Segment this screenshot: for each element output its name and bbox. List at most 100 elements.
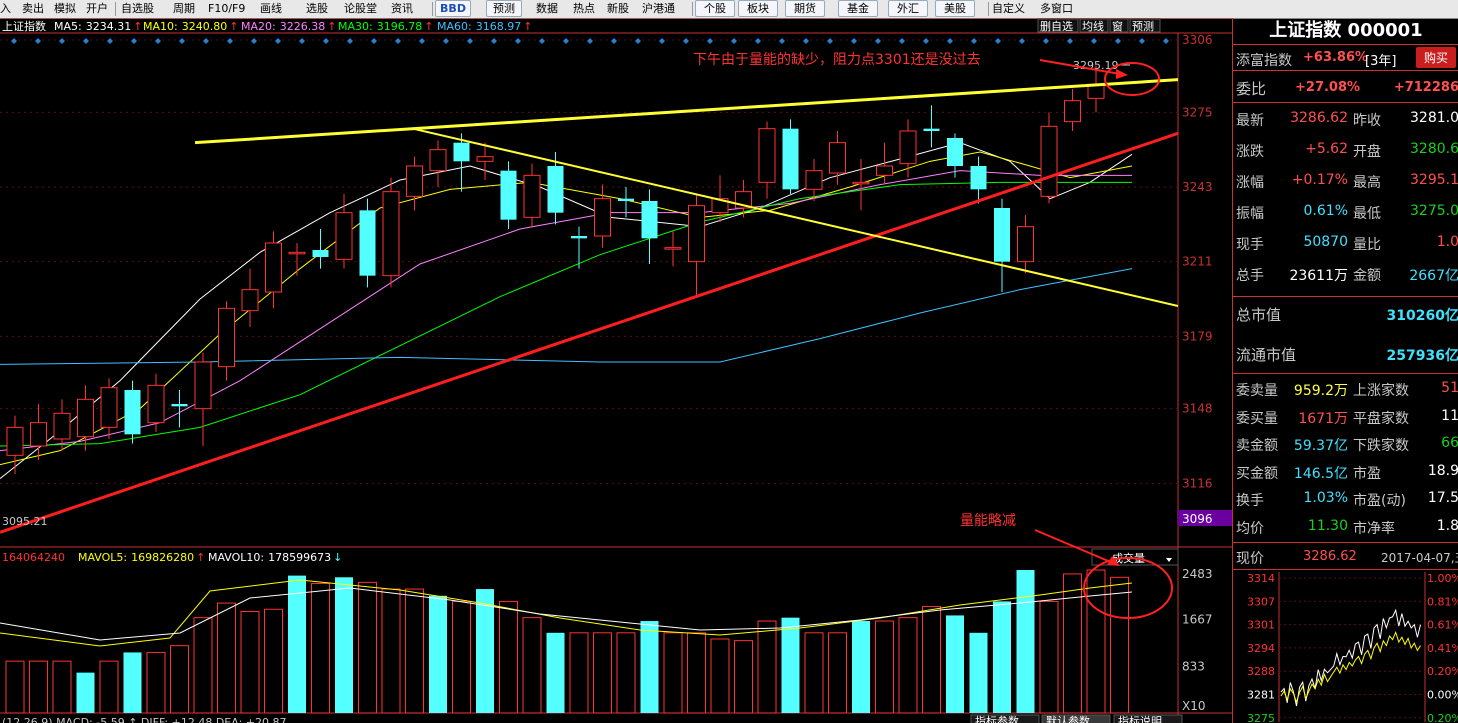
volume-value: 164064240 (2, 551, 65, 564)
volume-bar (1039, 600, 1059, 714)
volume-bar (569, 632, 589, 714)
volume-bar (946, 615, 964, 713)
toolbar-item-17[interactable]: 个股 (695, 0, 735, 17)
volume-bar (852, 621, 870, 713)
candle-body (53, 412, 71, 440)
candle-body (970, 166, 987, 190)
toolbar-item-11[interactable]: BBD (435, 0, 471, 17)
candle-body (30, 422, 47, 447)
ma60-legend: MA60: 3168.97 ↑ (437, 20, 532, 33)
mini-price-tick: 3314 (1247, 572, 1275, 585)
ma30-legend: MA30: 3196.78 ↑ (338, 20, 433, 33)
volume-bar (1016, 570, 1035, 713)
volume-bar (452, 600, 471, 714)
toolbar-item-20[interactable]: 基金 (838, 0, 878, 17)
candle-body (194, 361, 212, 410)
candle-body (77, 398, 94, 438)
tianfu-label: 添富指数 (1236, 53, 1292, 69)
period-marker-icon (995, 38, 1001, 44)
highlight-circle-top (1104, 62, 1160, 96)
ma5-line (0, 142, 1133, 480)
y-tick-label: 3306 (1182, 33, 1213, 47)
volume-bar (29, 660, 48, 714)
candle-body (829, 142, 846, 174)
current-price-value: 3286.62 (1303, 549, 1357, 564)
toolbar-item-22[interactable]: 美股 (935, 0, 975, 17)
toolbar-item-3[interactable]: 开户 (86, 1, 116, 17)
toolbar-item-10[interactable]: 资讯 (391, 1, 425, 17)
volume-bar (663, 632, 683, 714)
toolbar-item-19[interactable]: 期货 (785, 0, 825, 17)
panel-title: 上证指数 000001 (1233, 18, 1458, 45)
period-marker-icon (1067, 38, 1073, 44)
toolbar-item-16[interactable]: 沪港通 (642, 1, 686, 17)
volume-bar (335, 577, 353, 713)
period-marker-icon (635, 38, 641, 44)
candle-body (265, 242, 282, 293)
row-value-2: 3280.6 (1410, 141, 1458, 157)
period-marker-icon (947, 38, 953, 44)
toolbar-item-0[interactable]: 入 (0, 1, 22, 17)
annotation-volume: 量能略减 (960, 513, 1016, 529)
volume-bar (993, 601, 1011, 713)
toolbar-item-23[interactable]: 自定义 (992, 1, 1034, 17)
y-tick-label: 3243 (1182, 180, 1213, 194)
row-value-2: 17.5 (1427, 490, 1458, 506)
period-marker-icon (611, 38, 617, 44)
volume-bar (522, 617, 542, 714)
period-marker-icon (899, 38, 905, 44)
volume-bar (781, 617, 800, 713)
toolbar-item-18[interactable]: 板块 (738, 0, 778, 17)
mini-pct-tick: 0.81% (1427, 595, 1458, 608)
toolbar-item-1[interactable]: 卖出 (22, 1, 52, 17)
period-marker-icon (563, 38, 569, 44)
period-marker-icon (299, 38, 305, 44)
toolbar-item-6[interactable]: F10/F9 (208, 1, 250, 17)
toolbar-item-24[interactable]: 多窗口 (1040, 1, 1082, 17)
mini-pct-tick: 0.00% (1427, 689, 1458, 702)
row-value: 1671万 (1298, 410, 1348, 427)
candle-body (241, 289, 259, 312)
toolbar-item-21[interactable]: 外汇 (888, 0, 928, 17)
period-marker-icon (35, 38, 41, 44)
mini-price-tick: 3275 (1247, 712, 1275, 722)
volume-bar (898, 617, 918, 714)
mini-pct-tick: 0.41% (1427, 642, 1458, 655)
intraday-avg-line (1280, 630, 1421, 704)
mini-price-tick: 3294 (1247, 642, 1275, 655)
mavol5-legend: MAVOL5: 169826280 ↑ (78, 551, 205, 564)
candle-body (664, 247, 682, 250)
period-marker-icon (755, 38, 761, 44)
period-marker-icon (323, 38, 329, 44)
toolbar-item-7[interactable]: 画线 (260, 1, 294, 17)
toolbar-item-9[interactable]: 论股堂 (344, 1, 384, 17)
toolbar-item-12[interactable]: 预测 (486, 0, 522, 17)
period-marker-icon (107, 38, 113, 44)
volume-bar (381, 588, 401, 714)
toolbar-separator (692, 2, 693, 16)
toolbar-item-14[interactable]: 热点 (573, 1, 603, 17)
period-marker-icon (347, 38, 353, 44)
candle-body (1064, 100, 1081, 123)
toolbar-item-13[interactable]: 数据 (536, 1, 566, 17)
period-marker-icon (515, 38, 521, 44)
toolbar-item-4[interactable]: 自选股 (121, 1, 163, 17)
row-value: +0.17% (1291, 172, 1348, 188)
period-marker-icon (59, 38, 65, 44)
volume-bar (969, 632, 988, 713)
row-value: 50870 (1303, 234, 1348, 250)
period-marker-icon (683, 38, 689, 44)
row-value-2: 11 (1441, 407, 1458, 424)
toolbar-item-15[interactable]: 新股 (607, 1, 637, 17)
arrow-head-icon (1116, 69, 1128, 79)
toolbar-item-8[interactable]: 选股 (306, 1, 336, 17)
toolbar-item-2[interactable]: 模拟 (54, 1, 84, 17)
volume-bar (476, 589, 494, 713)
corner-button-label-2: 窗 (1112, 19, 1123, 33)
volume-bar (146, 651, 166, 714)
float-cap-value: 257936亿 (1386, 348, 1458, 364)
toolbar-item-5[interactable]: 周期 (173, 1, 203, 17)
candle-body (218, 307, 235, 368)
buy-button[interactable]: 购买 (1416, 47, 1457, 68)
period-marker-icon (227, 38, 233, 44)
